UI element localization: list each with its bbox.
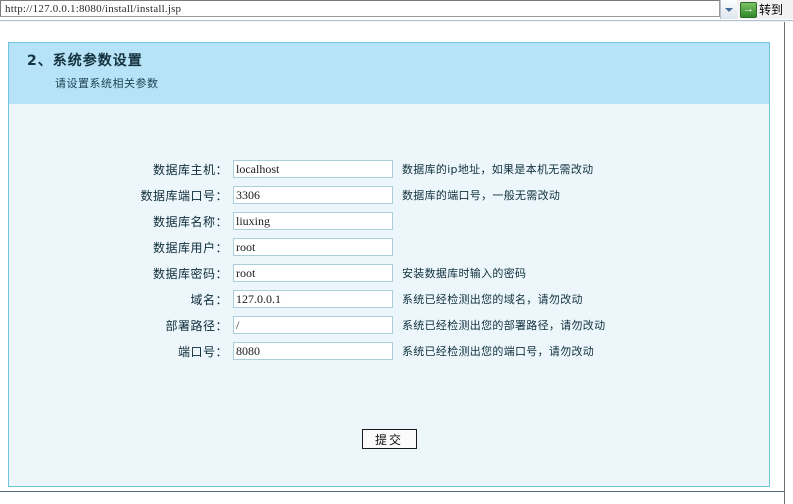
- panel-header: 2、系统参数设置 请设置系统相关参数: [9, 43, 769, 104]
- url-text[interactable]: http://127.0.0.1:8080/install/install.js…: [1, 3, 181, 15]
- browser-address-bar: http://127.0.0.1:8080/install/install.js…: [0, 0, 793, 19]
- panel-body: 数据库主机： 数据库的ip地址，如果是本机无需改动 数据库端口号： 数据库的端口…: [9, 104, 769, 486]
- form-row: 域名： 系统已经检测出您的域名，请勿改动: [9, 286, 769, 312]
- db-host-label: 数据库主机：: [152, 162, 228, 177]
- go-button[interactable]: → 转到: [737, 0, 793, 19]
- footer-text: [0, 493, 784, 504]
- form-row: 端口号： 系统已经检测出您的端口号，请勿改动: [9, 338, 769, 364]
- form-row: 数据库用户：: [9, 234, 769, 260]
- form-row: 数据库名称：: [9, 208, 769, 234]
- page-title: 2、系统参数设置: [27, 53, 143, 69]
- db-name-label: 数据库名称：: [152, 214, 228, 229]
- submit-button[interactable]: 提交: [361, 429, 417, 449]
- port-input[interactable]: [233, 342, 393, 360]
- form-row: 数据库主机： 数据库的ip地址，如果是本机无需改动: [9, 156, 769, 182]
- submit-row: 提交: [9, 429, 769, 449]
- db-name-input[interactable]: [233, 212, 393, 230]
- port-hint: 系统已经检测出您的端口号，请勿改动: [402, 345, 595, 358]
- form-row: 数据库密码： 安装数据库时输入的密码: [9, 260, 769, 286]
- db-password-hint: 安装数据库时输入的密码: [402, 267, 527, 280]
- db-port-hint: 数据库的端口号，一般无需改动: [402, 189, 561, 202]
- db-user-input[interactable]: [233, 238, 393, 256]
- db-user-label: 数据库用户：: [152, 240, 228, 255]
- footer-divider: [0, 491, 784, 492]
- db-host-hint: 数据库的ip地址，如果是本机无需改动: [402, 163, 594, 176]
- form-row: 部署路径： 系统已经检测出您的部署路径，请勿改动: [9, 312, 769, 338]
- db-password-input[interactable]: [233, 264, 393, 282]
- domain-label: 域名：: [190, 292, 228, 307]
- domain-input[interactable]: [233, 290, 393, 308]
- arrow-right-glyph: →: [743, 3, 754, 15]
- db-password-label: 数据库密码：: [152, 266, 228, 281]
- deploy-path-input[interactable]: [233, 316, 393, 334]
- go-button-label: 转到: [759, 3, 784, 17]
- url-field[interactable]: http://127.0.0.1:8080/install/install.js…: [0, 0, 720, 17]
- page-subtitle: 请设置系统相关参数: [55, 77, 159, 90]
- url-history-dropdown[interactable]: [720, 0, 737, 19]
- port-label: 端口号：: [177, 344, 228, 359]
- settings-form: 数据库主机： 数据库的ip地址，如果是本机无需改动 数据库端口号： 数据库的端口…: [9, 156, 769, 364]
- db-port-input[interactable]: [233, 186, 393, 204]
- green-arrow-icon: →: [740, 1, 757, 18]
- deploy-path-hint: 系统已经检测出您的部署路径，请勿改动: [402, 319, 606, 332]
- settings-panel: 2、系统参数设置 请设置系统相关参数 数据库主机： 数据库的ip地址，如果是本机…: [8, 42, 770, 487]
- form-row: 数据库端口号： 数据库的端口号，一般无需改动: [9, 182, 769, 208]
- db-host-input[interactable]: [233, 160, 393, 178]
- page-content: 2、系统参数设置 请设置系统相关参数 数据库主机： 数据库的ip地址，如果是本机…: [0, 22, 784, 504]
- deploy-path-label: 部署路径：: [165, 318, 228, 333]
- db-port-label: 数据库端口号：: [140, 188, 228, 203]
- scrollbar-gutter[interactable]: [785, 22, 793, 504]
- chevron-down-icon: [725, 7, 733, 12]
- domain-hint: 系统已经检测出您的域名，请勿改动: [402, 293, 583, 306]
